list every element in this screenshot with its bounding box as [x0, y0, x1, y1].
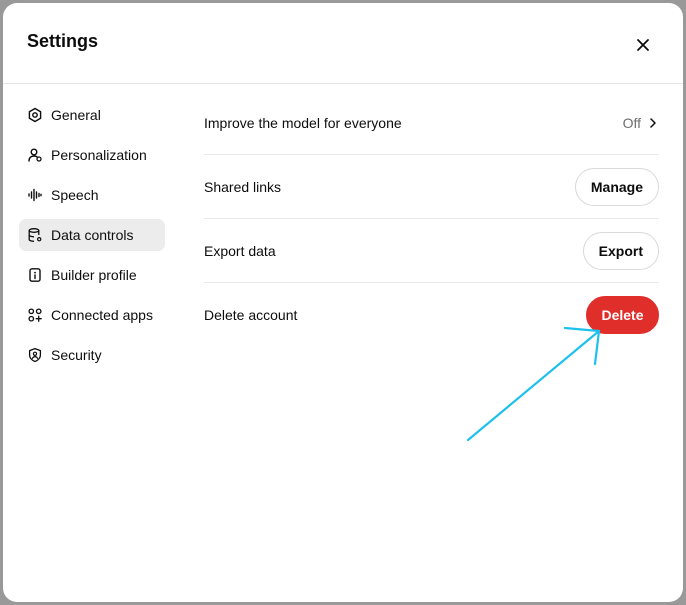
sidebar-item-builder-profile[interactable]: Builder profile: [19, 259, 165, 291]
settings-dialog: Settings General Personalization Speech …: [3, 3, 683, 602]
delete-account-button[interactable]: Delete: [586, 295, 659, 334]
sidebar-item-label: Security: [51, 347, 102, 363]
data-controls-panel: Improve the model for everyone Off Share…: [204, 91, 659, 346]
shared-links-row: Shared links Manage: [204, 155, 659, 219]
export-data-button[interactable]: Export: [582, 231, 659, 270]
sidebar-item-label: General: [51, 107, 101, 123]
settings-sidebar: General Personalization Speech Data cont…: [19, 99, 165, 379]
dialog-header: Settings: [3, 3, 683, 84]
delete-account-label: Delete account: [204, 306, 298, 323]
improve-model-status: Off: [622, 114, 641, 131]
id-badge-icon: [27, 267, 43, 283]
sidebar-item-general[interactable]: General: [19, 99, 165, 131]
person-icon: [27, 147, 43, 163]
chevron-right-icon: [650, 117, 656, 128]
sidebar-item-label: Connected apps: [51, 307, 153, 323]
database-icon: [27, 227, 43, 243]
export-data-label: Export data: [204, 242, 276, 259]
close-button[interactable]: [629, 31, 657, 59]
sidebar-item-data-controls[interactable]: Data controls: [19, 219, 165, 251]
gear-icon: [27, 107, 43, 123]
sidebar-item-label: Data controls: [51, 227, 134, 243]
improve-model-control[interactable]: Off: [623, 115, 659, 131]
delete-account-row: Delete account Delete: [204, 283, 659, 346]
shield-icon: [27, 347, 43, 363]
sidebar-item-connected-apps[interactable]: Connected apps: [19, 299, 165, 331]
waveform-icon: [27, 187, 43, 203]
close-icon: [637, 39, 649, 51]
apps-icon: [27, 307, 43, 323]
dialog-title: Settings: [27, 31, 99, 51]
shared-links-label: Shared links: [204, 178, 282, 195]
manage-shared-links-button[interactable]: Manage: [574, 167, 659, 206]
improve-model-row[interactable]: Improve the model for everyone Off: [204, 91, 659, 155]
sidebar-item-personalization[interactable]: Personalization: [19, 139, 165, 171]
sidebar-item-label: Personalization: [51, 147, 147, 163]
improve-model-label: Improve the model for everyone: [204, 114, 402, 131]
sidebar-item-speech[interactable]: Speech: [19, 179, 165, 211]
sidebar-item-label: Speech: [51, 187, 99, 203]
export-data-row: Export data Export: [204, 219, 659, 283]
screenshot-frame: Settings General Personalization Speech …: [0, 0, 686, 605]
sidebar-item-security[interactable]: Security: [19, 339, 165, 371]
sidebar-item-label: Builder profile: [51, 267, 137, 283]
